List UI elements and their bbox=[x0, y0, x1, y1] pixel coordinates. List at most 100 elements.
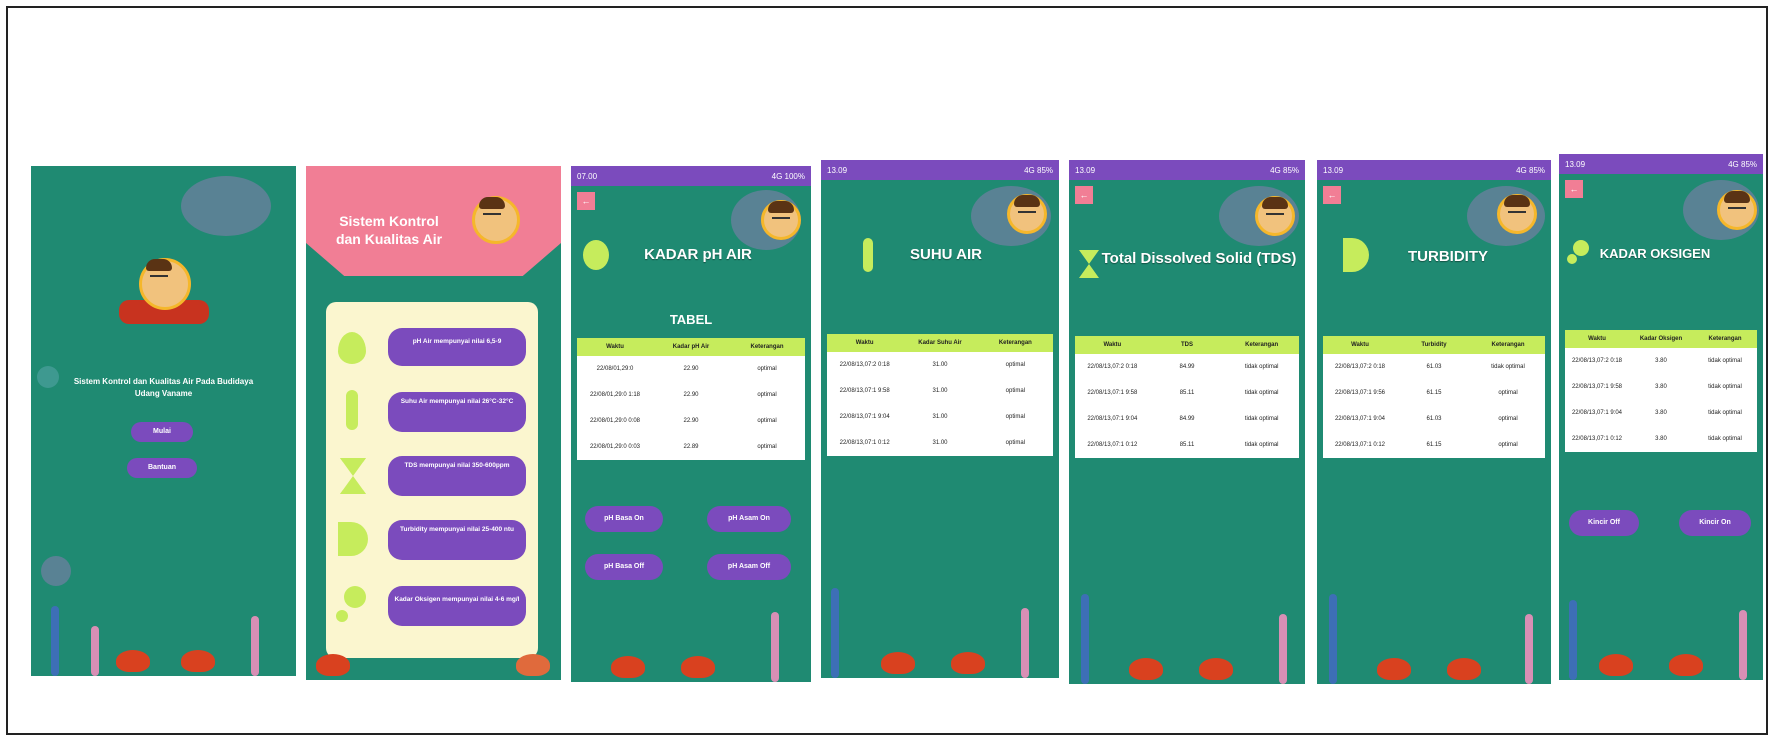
data-table: Waktu Kadar Oksigen Keterangan 22/08/13,07… bbox=[1565, 330, 1757, 452]
data-table: Waktu Turbidity Keterangan 22/08/13,07:2 0… bbox=[1323, 336, 1545, 458]
table-caption: TABEL bbox=[669, 312, 713, 327]
turbidity-screen: 13.09 4G 85% ← TURBIDITY Waktu Turbidity K… bbox=[1317, 160, 1551, 684]
start-button[interactable]: Mulai bbox=[131, 422, 193, 442]
app-title: Sistem Kontrol dan Kualitas Air Pada Bud… bbox=[73, 377, 254, 398]
table-row: 22/08/01,29:0 0:03 22.89 optimal bbox=[589, 444, 777, 450]
status-bar: 07.00 4G 100% bbox=[571, 166, 811, 186]
page-title: SUHU AIR bbox=[910, 246, 982, 263]
oksigen-screen: 13.09 4G 85% ← KADAR OKSIGEN Waktu Kadar … bbox=[1559, 154, 1763, 680]
ph-asam-off-button[interactable]: pH Asam Off bbox=[707, 554, 791, 580]
thermometer-icon bbox=[863, 238, 873, 272]
status-indicators: 4G 85% bbox=[1270, 165, 1299, 175]
menu-item-oksigen[interactable]: Kadar Oksigen mempunyai nilai 4-6 mg/l bbox=[336, 582, 526, 632]
bubbles-icon bbox=[1573, 240, 1589, 256]
status-time: 07.00 bbox=[577, 171, 598, 181]
ph-asam-on-button[interactable]: pH Asam On bbox=[707, 506, 791, 532]
table-row: 22/08/13,07:1 9:58 85.11 tidak optimal bbox=[1087, 390, 1279, 396]
menu-item-ph[interactable]: pH Air mempunyai nilai 6,5-9 bbox=[336, 326, 526, 370]
data-table: Waktu TDS Keterangan 22/08/13,07:2 0:18 84.… bbox=[1075, 336, 1299, 458]
thermometer-icon bbox=[346, 390, 358, 430]
mascot-avatar bbox=[1255, 196, 1295, 236]
kincir-off-button[interactable]: Kincir Off bbox=[1569, 510, 1639, 536]
mascot-avatar bbox=[472, 196, 520, 244]
mascot-avatar bbox=[1497, 194, 1537, 234]
bubbles-icon bbox=[344, 586, 366, 608]
hourglass-icon bbox=[340, 458, 366, 494]
table-row: 22/08/01,29:0 0:08 22.90 optimal bbox=[589, 418, 777, 424]
droplet-icon bbox=[338, 332, 366, 364]
menu-item-tds-label: TDS mempunyai nilai 350-600ppm bbox=[388, 456, 526, 496]
menu-item-suhu[interactable]: Suhu Air mempunyai nilai 26°C-32°C bbox=[336, 390, 526, 434]
status-bar: 13.09 4G 85% bbox=[1559, 154, 1763, 174]
menu-item-suhu-label: Suhu Air mempunyai nilai 26°C-32°C bbox=[388, 392, 526, 432]
mascot-logo bbox=[119, 252, 209, 342]
splash-screen: Sistem Kontrol dan Kualitas Air Pada Bud… bbox=[31, 166, 296, 676]
back-button[interactable]: ← bbox=[577, 192, 595, 210]
turbidity-icon bbox=[338, 522, 368, 556]
table-row: 22/08/13,07:1 9:56 61.15 optimal bbox=[1334, 390, 1518, 396]
table-row: 22/08/01,29:0 22.90 optimal bbox=[596, 366, 777, 372]
table-header: Waktu Kadar Suhu Air Keterangan bbox=[827, 334, 1053, 352]
status-indicators: 4G 100% bbox=[771, 171, 805, 181]
table-row: 22/08/13,07:1 9:58 3.80 tidak optimal bbox=[1571, 384, 1742, 390]
table-row: 22/08/13,07:2 0:18 84.99 tidak optimal bbox=[1087, 364, 1279, 370]
back-button[interactable]: ← bbox=[1565, 180, 1583, 198]
mascot-avatar bbox=[1717, 190, 1757, 230]
menu-item-ph-label: pH Air mempunyai nilai 6,5-9 bbox=[388, 328, 526, 366]
table-header: Waktu Turbidity Keterangan bbox=[1323, 336, 1545, 354]
suhu-screen: 13.09 4G 85% SUHU AIR Waktu Kadar Suhu Ai… bbox=[821, 160, 1059, 678]
data-table: Waktu Kadar pH Air Keterangan 22/08/01,2… bbox=[577, 338, 805, 460]
help-button[interactable]: Bantuan bbox=[127, 458, 197, 478]
page-title: KADAR OKSIGEN bbox=[1599, 246, 1711, 261]
table-row: 22/08/13,07:1 0:12 61.15 optimal bbox=[1334, 442, 1518, 448]
status-bar: 13.09 4G 85% bbox=[1069, 160, 1305, 180]
page-title: Total Dissolved Solid (TDS) bbox=[1101, 250, 1297, 267]
status-time: 13.09 bbox=[1565, 159, 1586, 169]
status-bar: 13.09 4G 85% bbox=[1317, 160, 1551, 180]
page-title: KADAR pH AIR bbox=[644, 246, 752, 263]
table-row: 22/08/13,07:1 0:12 85.11 tidak optimal bbox=[1087, 442, 1279, 448]
table-row: 22/08/13,07:1 9:58 31.00 optimal bbox=[839, 388, 1025, 394]
page-title: TURBIDITY bbox=[1408, 248, 1488, 265]
table-row: 22/08/13,07:1 9:04 31.00 optimal bbox=[839, 414, 1025, 420]
back-button[interactable]: ← bbox=[1075, 186, 1093, 204]
ph-screen: 07.00 4G 100% ← KADAR pH AIR TABEL Waktu… bbox=[571, 166, 811, 682]
table-row: 22/08/13,07:1 9:04 61.03 optimal bbox=[1334, 416, 1518, 422]
table-row: 22/08/13,07:1 0:12 31.00 optimal bbox=[839, 440, 1025, 446]
table-header: Waktu TDS Keterangan bbox=[1075, 336, 1299, 354]
tds-screen: 13.09 4G 85% ← Total Dissolved Solid (TD… bbox=[1069, 160, 1305, 684]
table-row: 22/08/13,07:2 0:18 61.03 tidak optimal bbox=[1334, 364, 1525, 370]
table-row: 22/08/13,07:1 9:04 3.80 tidak optimal bbox=[1571, 410, 1742, 416]
table-row: 22/08/01,29:0 1:18 22.90 optimal bbox=[589, 392, 777, 398]
table-row: 22/08/13,07:2 0:18 31.00 optimal bbox=[839, 362, 1025, 368]
status-bar: 13.09 4G 85% bbox=[821, 160, 1059, 180]
menu-item-turbidity-label: Turbidity mempunyai nilai 25-400 ntu bbox=[388, 520, 526, 560]
back-button[interactable]: ← bbox=[1323, 186, 1341, 204]
mascot-avatar bbox=[1007, 194, 1047, 234]
droplet-icon bbox=[583, 240, 609, 270]
reef-decoration bbox=[31, 586, 296, 676]
table-row: 22/08/13,07:1 0:12 3.80 tidak optimal bbox=[1571, 436, 1742, 442]
mascot-avatar bbox=[761, 200, 801, 240]
data-table: Waktu Kadar Suhu Air Keterangan 22/08/13,0… bbox=[827, 334, 1053, 456]
menu-screen: Sistem Kontrol dan Kualitas Air pH Air m… bbox=[306, 166, 561, 680]
ph-basa-on-button[interactable]: pH Basa On bbox=[585, 506, 663, 532]
table-row: 22/08/13,07:1 9:04 84.99 tidak optimal bbox=[1087, 416, 1279, 422]
status-time: 13.09 bbox=[1323, 165, 1344, 175]
status-indicators: 4G 85% bbox=[1516, 165, 1545, 175]
kincir-on-button[interactable]: Kincir On bbox=[1679, 510, 1751, 536]
status-time: 13.09 bbox=[827, 165, 848, 175]
table-header: Waktu Kadar pH Air Keterangan bbox=[577, 338, 805, 356]
ph-basa-off-button[interactable]: pH Basa Off bbox=[585, 554, 663, 580]
menu-item-turbidity[interactable]: Turbidity mempunyai nilai 25-400 ntu bbox=[336, 518, 526, 562]
menu-item-tds[interactable]: TDS mempunyai nilai 350-600ppm bbox=[336, 454, 526, 498]
hourglass-icon bbox=[1079, 250, 1099, 278]
menu-header-title: Sistem Kontrol dan Kualitas Air bbox=[335, 213, 443, 247]
status-indicators: 4G 85% bbox=[1728, 159, 1757, 169]
table-row: 22/08/13,07:2 0:18 3.80 tidak optimal bbox=[1571, 358, 1742, 364]
turbidity-icon bbox=[1343, 238, 1369, 272]
status-time: 13.09 bbox=[1075, 165, 1096, 175]
menu-item-oksigen-label: Kadar Oksigen mempunyai nilai 4-6 mg/l bbox=[388, 586, 526, 626]
table-header: Waktu Kadar Oksigen Keterangan bbox=[1565, 330, 1757, 348]
status-indicators: 4G 85% bbox=[1024, 165, 1053, 175]
